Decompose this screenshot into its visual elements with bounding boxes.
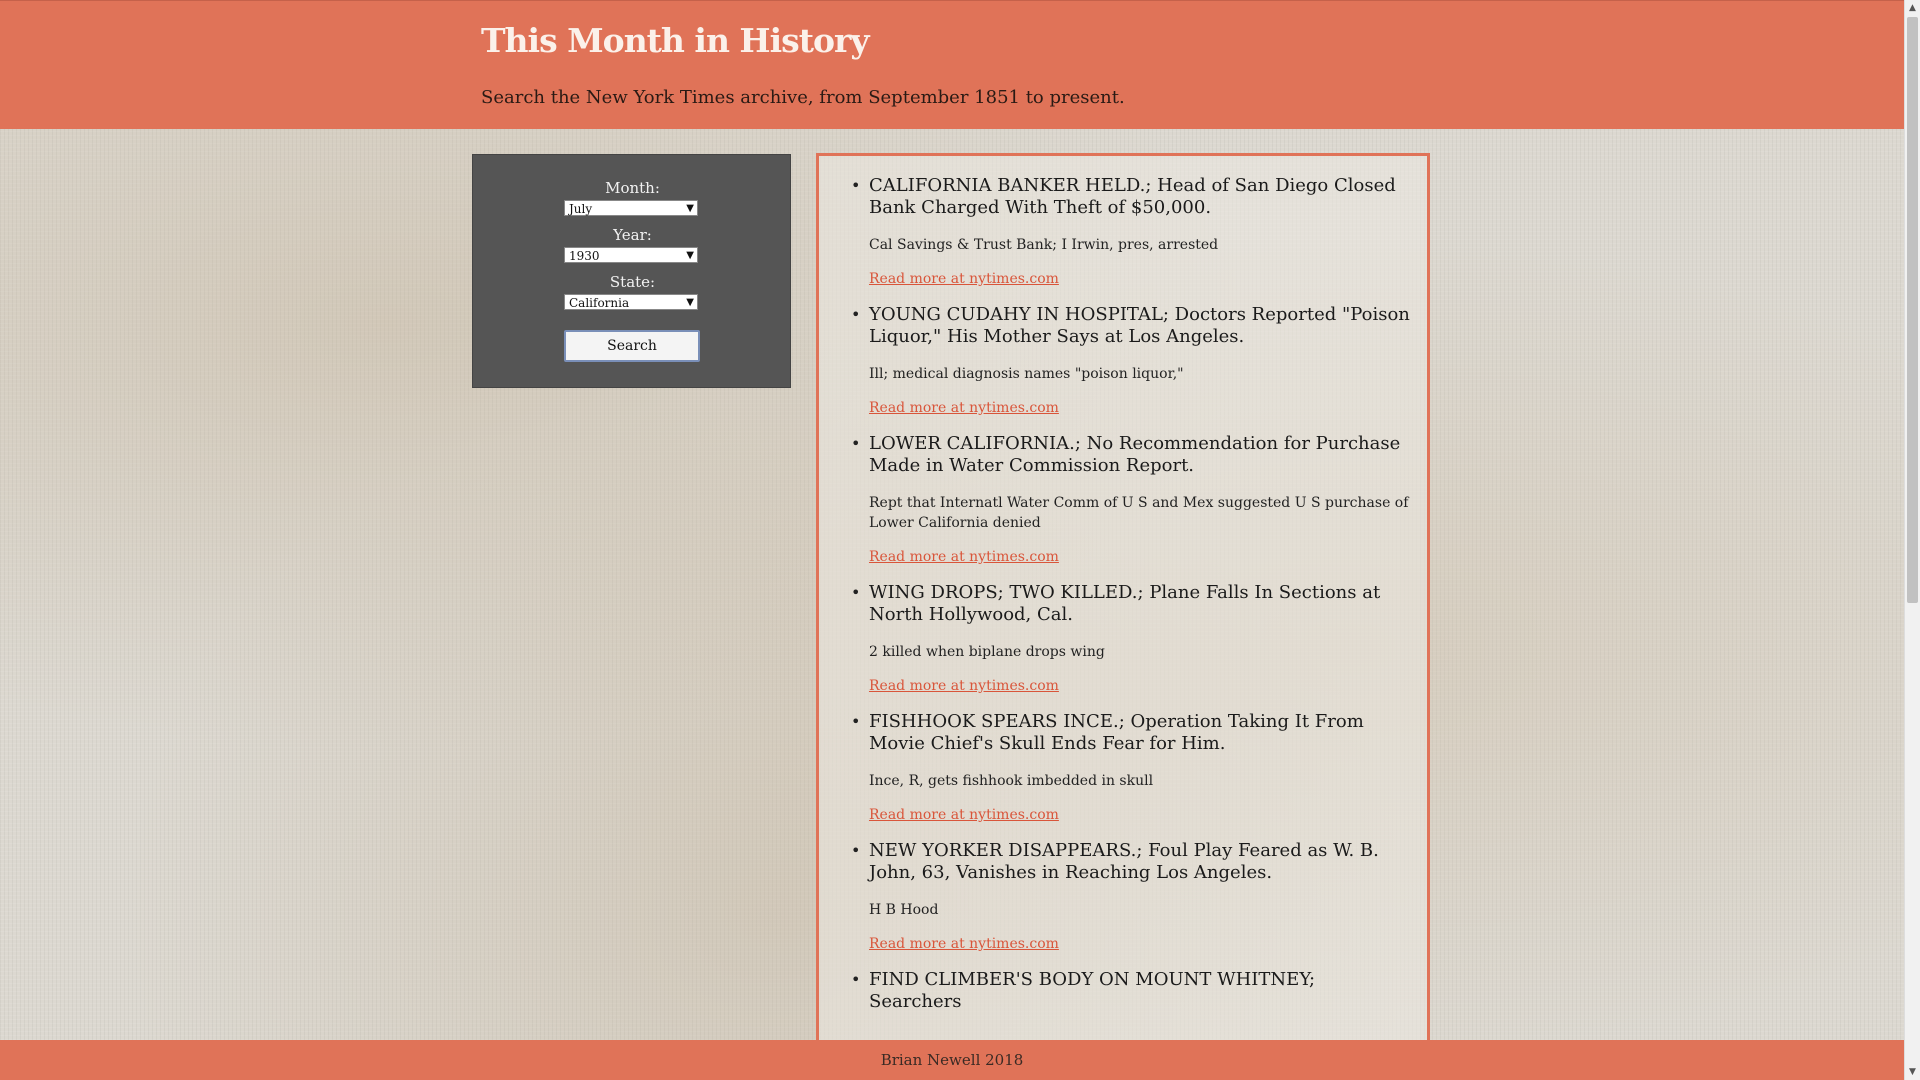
article-item: • LOWER CALIFORNIA.; No Recommendation f… [819,433,1427,565]
read-more-link[interactable]: Read more at nytimes.com [869,400,1059,416]
article-title: CALIFORNIA BANKER HELD.; Head of San Die… [869,175,1396,218]
article-summary: Rept that Internatl Water Comm of U S an… [869,495,1409,531]
bullet-icon: • [851,434,861,453]
site-header: This Month in History Search the New Yor… [0,0,1904,129]
bullet-icon: • [851,970,861,989]
article-summary: Ill; medical diagnosis names "poison liq… [869,366,1184,382]
chevron-down-icon: ▼ [686,203,694,214]
chevron-down-icon: ▼ [686,297,694,308]
read-more-link[interactable]: Read more at nytimes.com [869,271,1059,287]
article-item: • YOUNG CUDAHY IN HOSPITAL; Doctors Repo… [819,304,1427,416]
article-summary: 2 killed when biplane drops wing [869,644,1105,660]
year-label: Year: [613,226,652,244]
article-item: • NEW YORKER DISAPPEARS.; Foul Play Fear… [819,840,1427,952]
site-footer: Brian Newell 2018 [0,1040,1904,1080]
site-subtitle: Search the New York Times archive, from … [481,87,1125,108]
article-title: YOUNG CUDAHY IN HOSPITAL; Doctors Report… [869,304,1410,347]
year-select-value: 1930 [569,249,600,263]
bullet-icon: • [851,583,861,602]
read-more-link[interactable]: Read more at nytimes.com [869,936,1059,952]
bullet-icon: • [851,712,861,731]
search-button[interactable]: Search [564,330,700,362]
read-more-link[interactable]: Read more at nytimes.com [869,807,1059,823]
search-form-panel: Month: July ▼ Year: 1930 ▼ State: Califo… [472,154,791,388]
article-item: • FIND CLIMBER'S BODY ON MOUNT WHITNEY; … [819,969,1427,1013]
bullet-icon: • [851,841,861,860]
article-title: WING DROPS; TWO KILLED.; Plane Falls In … [869,582,1381,625]
article-item: • WING DROPS; TWO KILLED.; Plane Falls I… [819,582,1427,694]
article-summary: H B Hood [869,902,939,918]
read-more-link[interactable]: Read more at nytimes.com [869,678,1059,694]
bullet-icon: • [851,176,861,195]
site-title: This Month in History [481,21,870,60]
article-title: LOWER CALIFORNIA.; No Recommendation for… [869,433,1401,476]
month-select-value: July [569,202,593,216]
chevron-down-icon: ▼ [686,250,694,261]
scroll-up-arrow-icon[interactable]: ▲ [1905,0,1920,16]
article-title: FISHHOOK SPEARS INCE.; Operation Taking … [869,711,1364,754]
month-label: Month: [605,179,660,197]
article-summary: Ince, R, gets fishhook imbedded in skull [869,773,1154,789]
footer-credit: Brian Newell 2018 [880,1051,1024,1069]
scroll-down-arrow-icon[interactable]: ▼ [1905,1064,1920,1080]
state-select[interactable]: California ▼ [564,294,698,310]
scrollbar-thumb[interactable] [1907,17,1918,603]
state-label: State: [609,273,656,291]
article-item: • CALIFORNIA BANKER HELD.; Head of San D… [819,175,1427,287]
article-title: FIND CLIMBER'S BODY ON MOUNT WHITNEY; Se… [869,969,1316,1012]
bullet-icon: • [851,305,861,324]
state-select-value: California [569,296,630,310]
month-select[interactable]: July ▼ [564,200,698,216]
results-panel: • CALIFORNIA BANKER HELD.; Head of San D… [816,153,1430,1053]
article-title: NEW YORKER DISAPPEARS.; Foul Play Feared… [869,840,1379,883]
article-list: • CALIFORNIA BANKER HELD.; Head of San D… [819,175,1427,1013]
page-scrollbar[interactable]: ▲ ▼ [1904,0,1920,1080]
year-select[interactable]: 1930 ▼ [564,247,698,263]
read-more-link[interactable]: Read more at nytimes.com [869,549,1059,565]
article-summary: Cal Savings & Trust Bank; I Irwin, pres,… [869,237,1219,253]
article-item: • FISHHOOK SPEARS INCE.; Operation Takin… [819,711,1427,823]
